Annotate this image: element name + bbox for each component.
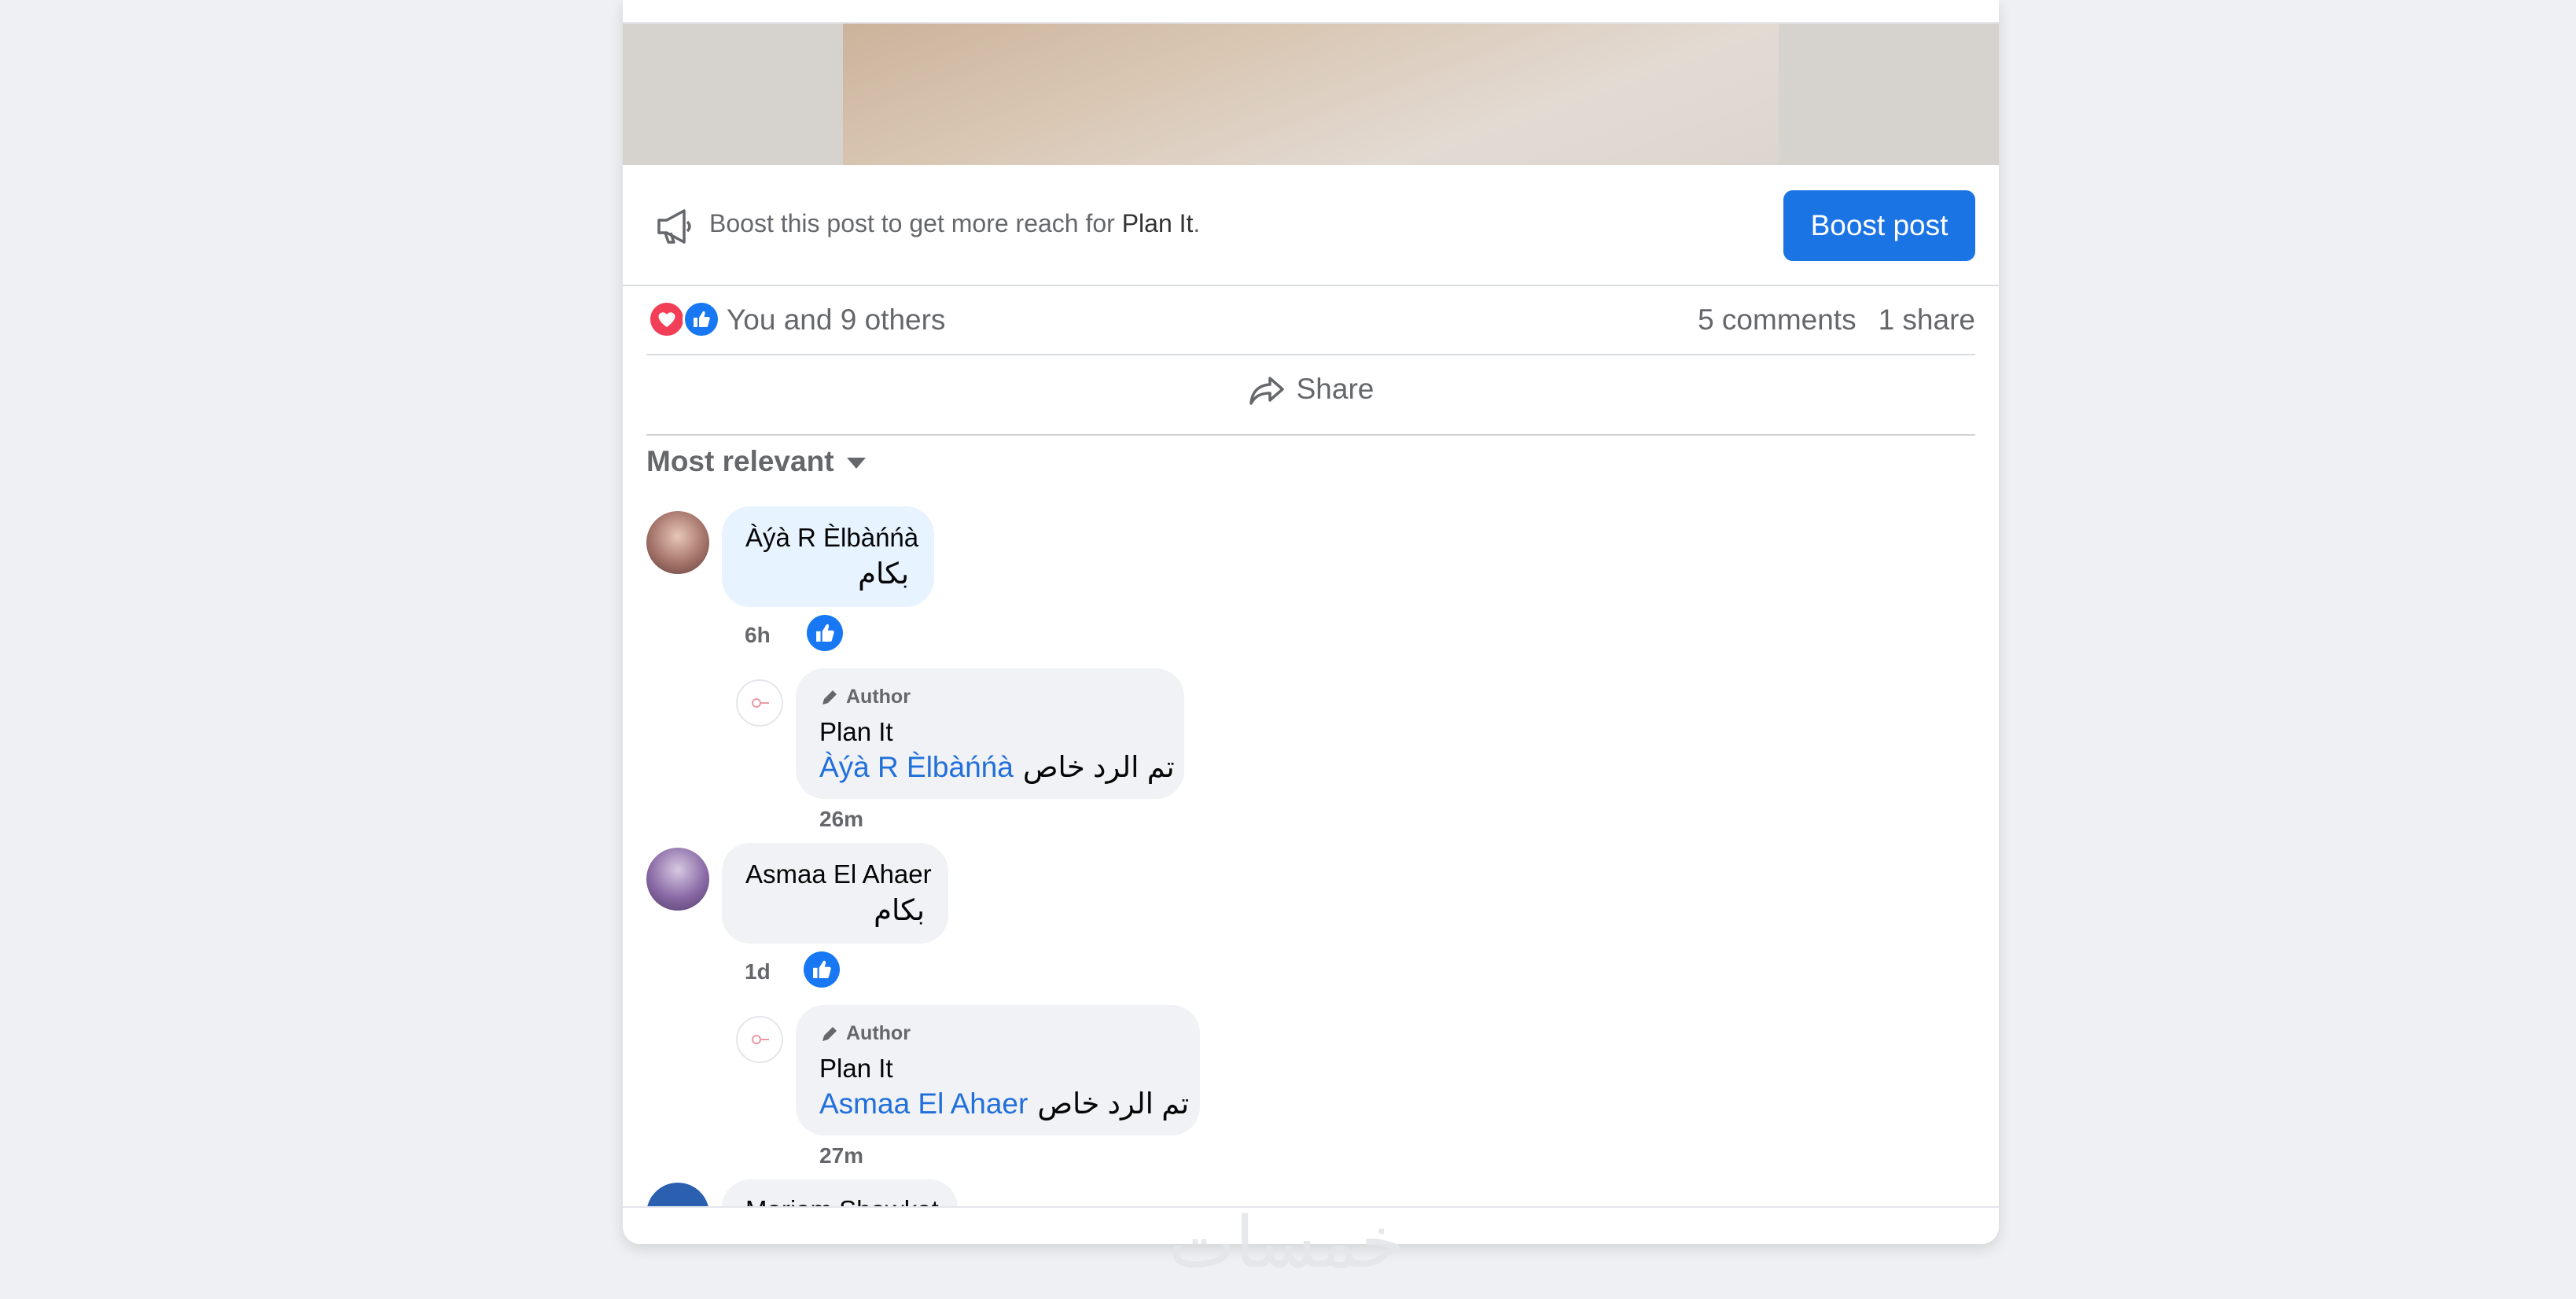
boost-page-name: Plan It <box>1121 209 1194 237</box>
love-icon <box>648 300 686 338</box>
reaction-icons[interactable] <box>648 300 723 340</box>
comment-like-reaction[interactable] <box>807 615 843 651</box>
post-photo <box>843 24 1779 165</box>
share-button[interactable]: Share <box>646 373 1975 408</box>
reply-text: Asmaa El Ahaer تم الرد خاص <box>819 1087 1189 1121</box>
shares-count[interactable]: 1 share <box>1879 304 1975 336</box>
comment-like-reaction[interactable] <box>804 951 840 988</box>
comment-sort-dropdown[interactable]: Most relevant <box>646 445 866 478</box>
post-image[interactable] <box>623 24 1999 165</box>
commenter-avatar[interactable] <box>646 511 709 574</box>
plan-it-logo-icon <box>752 698 769 708</box>
megaphone-icon <box>657 209 691 244</box>
plan-it-logo-icon <box>752 1035 769 1044</box>
site-watermark-logo: خمسات <box>1168 1201 1405 1284</box>
reply-time[interactable]: 27m <box>819 1143 863 1168</box>
page-avatar[interactable] <box>736 679 783 727</box>
comments-count[interactable]: 5 comments <box>1698 304 1857 336</box>
reply-author-name[interactable]: Plan It <box>819 717 893 747</box>
reactions-summary[interactable]: You and 9 others <box>727 304 945 337</box>
share-icon <box>1249 377 1284 405</box>
commenter-name[interactable]: Àýà R Èlbàńńà <box>745 523 918 553</box>
commenter-name[interactable]: Asmaa El Ahaer <box>745 859 932 889</box>
like-icon <box>813 960 831 978</box>
pencil-icon <box>822 690 837 705</box>
page-avatar[interactable] <box>736 1016 783 1063</box>
boost-prefix: Boost this post to get more reach for <box>709 209 1122 237</box>
reply-text: Àýà R Èlbàńńà تم الرد خاص <box>819 750 1175 784</box>
boost-suffix: . <box>1193 209 1201 237</box>
comment-time[interactable]: 6h <box>745 623 771 648</box>
post-card: Boost this post to get more reach for Pl… <box>623 0 1999 1244</box>
reply-time[interactable]: 26m <box>819 807 863 832</box>
comment-text: بكام <box>874 894 925 926</box>
reply-mention-link[interactable]: Àýà R Èlbàńńà <box>819 751 1014 783</box>
share-label: Share <box>1296 373 1374 405</box>
author-badge-label: Author <box>846 686 911 708</box>
sort-label: Most relevant <box>646 445 834 477</box>
boost-banner: Boost this post to get more reach for Pl… <box>623 167 1999 286</box>
author-badge-label: Author <box>846 1022 911 1044</box>
reactions-bar: You and 9 others 5 comments 1 share <box>646 286 1975 355</box>
engagement-counts: 5 comments 1 share <box>1676 304 1975 337</box>
post-top-edge <box>623 0 1999 24</box>
reply-body: تم الرد خاص <box>1037 1087 1190 1120</box>
comment-text: بكام <box>858 558 909 590</box>
author-badge: Author <box>819 1022 911 1045</box>
reply-author-name[interactable]: Plan It <box>819 1054 893 1084</box>
caret-down-icon <box>846 458 866 469</box>
boost-message: Boost this post to get more reach for Pl… <box>709 209 1200 238</box>
reply-body: تم الرد خاص <box>1022 751 1175 783</box>
action-bar: Share <box>646 355 1975 436</box>
boost-post-button[interactable]: Boost post <box>1783 190 1975 261</box>
comment-time[interactable]: 1d <box>745 959 771 984</box>
commenter-avatar[interactable] <box>646 848 709 911</box>
like-icon <box>683 300 720 338</box>
reply-mention-link[interactable]: Asmaa El Ahaer <box>819 1087 1028 1120</box>
like-icon <box>816 624 834 642</box>
pencil-icon <box>822 1027 837 1042</box>
author-badge: Author <box>819 686 911 708</box>
